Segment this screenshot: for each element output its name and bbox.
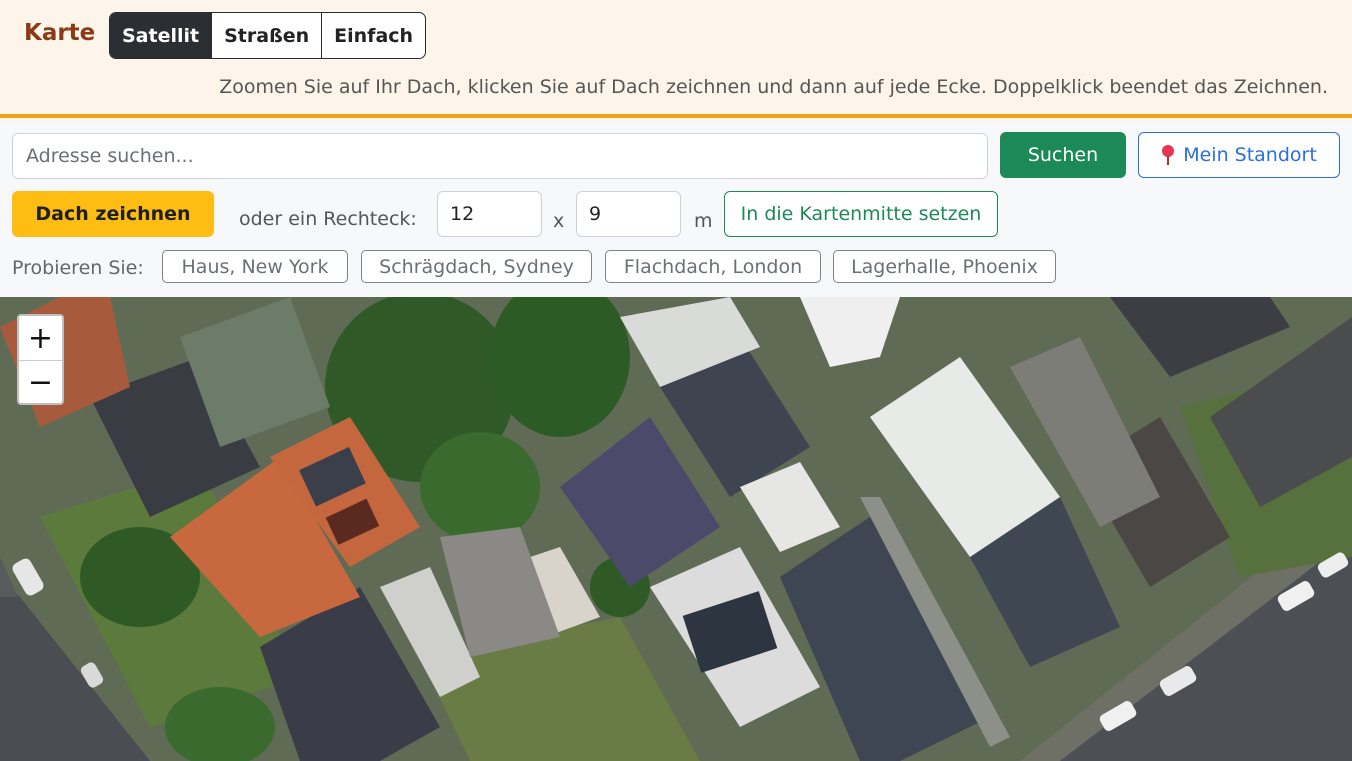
zoom-in-button[interactable]: +	[19, 316, 62, 360]
map-mode-switch: Satellit Straßen Einfach	[109, 12, 427, 59]
search-button[interactable]: Suchen	[1000, 132, 1126, 178]
mode-streets-button[interactable]: Straßen	[211, 13, 321, 58]
rect-height-input[interactable]	[576, 191, 681, 237]
mode-simple-button[interactable]: Einfach	[321, 13, 425, 58]
my-location-label: Mein Standort	[1183, 144, 1317, 166]
rect-width-input[interactable]	[437, 191, 542, 237]
example-chip-new-york[interactable]: Haus, New York	[162, 250, 348, 283]
location-pin-icon	[1161, 145, 1175, 165]
zoom-control: + −	[17, 314, 64, 405]
mode-satellite-button[interactable]: Satellit	[110, 13, 212, 58]
instructions-text: Zoomen Sie auf Ihr Dach, klicken Sie auf…	[219, 76, 1328, 98]
example-chip-sydney[interactable]: Schrägdach, Sydney	[361, 250, 592, 283]
address-search-input[interactable]	[12, 133, 988, 179]
satellite-imagery	[0, 297, 1352, 761]
toolbar: Suchen Mein Standort Dach zeichnen oder …	[0, 122, 1352, 297]
example-chip-phoenix[interactable]: Lagerhalle, Phoenix	[833, 250, 1056, 283]
unit-label: m	[694, 210, 713, 232]
satellite-map[interactable]: + −	[0, 297, 1352, 761]
times-label: x	[553, 210, 565, 232]
examples-label: Probieren Sie:	[12, 257, 144, 279]
place-in-center-button[interactable]: In die Kartenmitte setzen	[724, 191, 998, 237]
rectangle-label: oder ein Rechteck:	[239, 208, 417, 230]
page-title: Karte	[24, 20, 96, 46]
header-bar: Karte Satellit Straßen Einfach Zoomen Si…	[0, 0, 1352, 118]
my-location-button[interactable]: Mein Standort	[1138, 132, 1340, 178]
zoom-out-button[interactable]: −	[19, 360, 62, 404]
draw-roof-button[interactable]: Dach zeichnen	[12, 191, 214, 237]
example-chip-london[interactable]: Flachdach, London	[605, 250, 821, 283]
